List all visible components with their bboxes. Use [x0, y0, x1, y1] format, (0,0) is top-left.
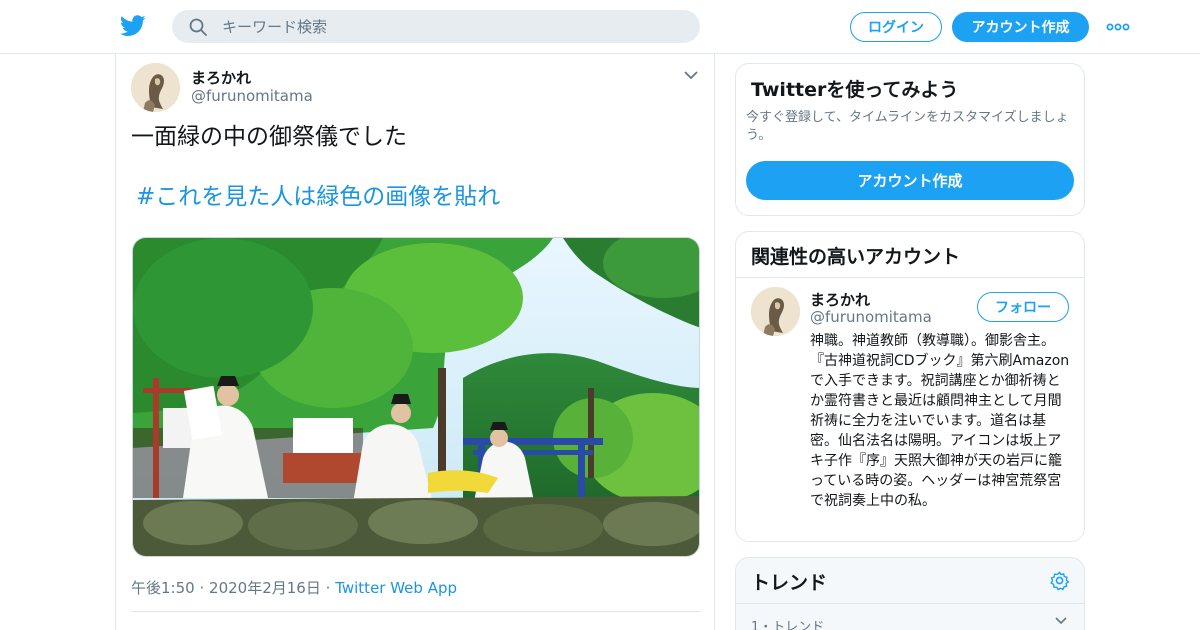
chevron-down-icon[interactable]	[682, 68, 700, 82]
top-navigation-bar: ログイン アカウント作成	[0, 0, 1200, 54]
card-title: 関連性の高いアカウント	[751, 246, 961, 268]
search-input[interactable]	[222, 10, 682, 43]
follow-button[interactable]: フォロー	[977, 292, 1069, 322]
tweet-author-name[interactable]: まろかれ	[191, 67, 251, 88]
twitter-bird-icon[interactable]	[120, 14, 146, 38]
tweet-timestamp: 午後1:50 · 2020年2月16日 · Twitter Web App	[131, 577, 457, 598]
related-account-name[interactable]: まろかれ	[810, 289, 870, 310]
search-icon	[189, 18, 207, 36]
related-account-bio: 神職。神道教師（教導職）。御影舎主。『古神道祝詞CDブック』第六刷Amazonで…	[810, 333, 1070, 509]
related-accounts-card: 関連性の高いアカウント まろかれ @furunomitama フォロー 神職。神…	[735, 231, 1085, 542]
divider	[736, 603, 1084, 604]
signup-prompt-text: 今すぐ登録して、タイムラインをカスタマイズしましょう。	[746, 110, 1069, 143]
tweet-hashtag-link[interactable]: #これを見た人は緑色の画像を貼れ	[136, 182, 500, 212]
tweet-detail: まろかれ @furunomitama 一面緑の中の御祭儀でした #これを見た人は…	[115, 54, 715, 630]
avatar[interactable]	[751, 287, 800, 336]
tweet-time[interactable]: 午後1:50	[131, 579, 195, 597]
login-button[interactable]: ログイン	[850, 12, 942, 42]
shrine-ceremony-image	[133, 238, 699, 556]
divider	[736, 277, 1084, 278]
meta-separator: ·	[325, 579, 331, 597]
meta-separator: ·	[199, 579, 205, 597]
tweet-date[interactable]: 2020年2月16日	[209, 579, 321, 597]
related-account-handle[interactable]: @furunomitama	[810, 308, 932, 326]
signup-card-button[interactable]: アカウント作成	[746, 161, 1074, 200]
more-dots-icon[interactable]	[1106, 16, 1130, 38]
signup-button[interactable]: アカウント作成	[952, 12, 1089, 42]
card-title: Twitterを使ってみよう	[751, 79, 959, 101]
divider	[131, 611, 701, 612]
card-title: トレンド	[751, 572, 828, 594]
trends-card: トレンド 1・トレンド	[735, 557, 1085, 630]
tweet-text: 一面緑の中の御祭儀でした	[131, 124, 407, 150]
tweet-author-handle[interactable]: @furunomitama	[191, 87, 313, 105]
trend-rank-label: 1・トレンド	[751, 620, 825, 630]
avatar-illustration	[131, 63, 180, 112]
tweet-photo[interactable]	[132, 237, 700, 557]
signup-prompt-card: Twitterを使ってみよう 今すぐ登録して、タイムラインをカスタマイズしましょ…	[735, 63, 1085, 216]
chevron-down-icon[interactable]	[1054, 616, 1068, 626]
tweet-source-link[interactable]: Twitter Web App	[335, 579, 457, 597]
avatar-illustration	[751, 287, 800, 336]
avatar[interactable]	[131, 63, 180, 112]
search-box[interactable]	[172, 10, 700, 43]
gear-icon[interactable]	[1049, 570, 1070, 591]
